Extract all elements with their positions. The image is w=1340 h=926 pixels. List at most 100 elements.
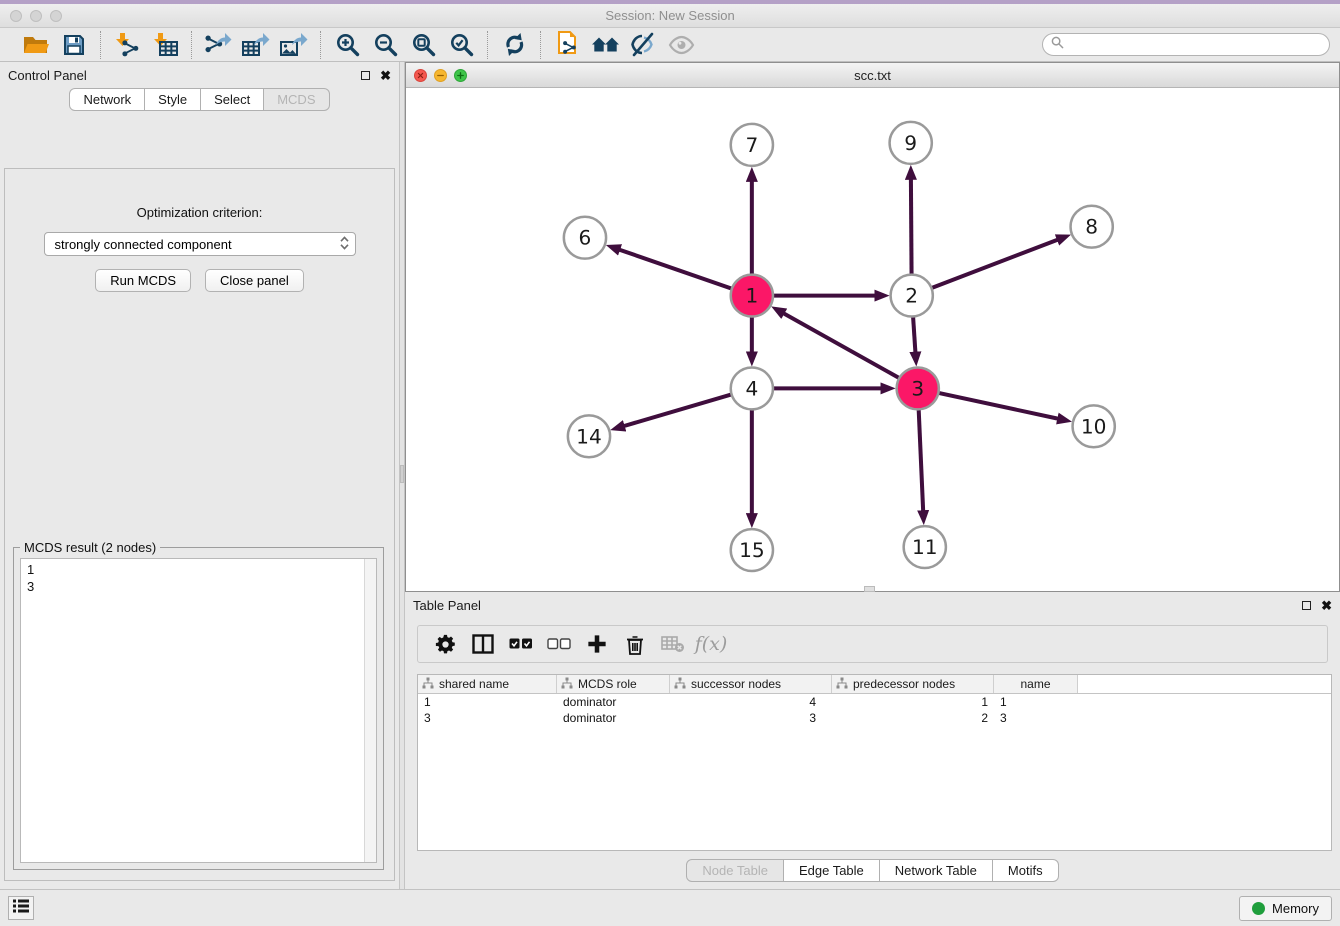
- table-cell[interactable]: 2: [832, 710, 994, 726]
- zoom-in-icon[interactable]: [331, 31, 363, 59]
- app-zoom-button[interactable]: [50, 10, 62, 22]
- delete-column-icon[interactable]: [618, 629, 652, 659]
- table-cell[interactable]: dominator: [557, 710, 670, 726]
- graph-node-15[interactable]: 15: [731, 529, 773, 571]
- tab-network[interactable]: Network: [69, 88, 145, 111]
- table-panel-float-icon[interactable]: [1302, 601, 1311, 610]
- select-all-icon[interactable]: [504, 629, 538, 659]
- table-cell[interactable]: 1: [832, 694, 994, 710]
- graph-node-3[interactable]: 3: [897, 367, 939, 409]
- tab-mcds[interactable]: MCDS: [264, 88, 329, 111]
- graph-edge-3-1[interactable]: [783, 313, 917, 388]
- node-table[interactable]: shared nameMCDS rolesuccessor nodesprede…: [417, 674, 1332, 851]
- import-network-icon[interactable]: [111, 31, 143, 59]
- graph-node-8[interactable]: 8: [1071, 206, 1113, 248]
- table-cell[interactable]: 3: [670, 710, 832, 726]
- delete-table-icon: [656, 629, 690, 659]
- table-cell[interactable]: 3: [994, 710, 1078, 726]
- network-minimize-button[interactable]: [434, 69, 447, 82]
- deselect-all-icon[interactable]: [542, 629, 576, 659]
- tab-select[interactable]: Select: [201, 88, 264, 111]
- table-panel-close-icon[interactable]: ✖: [1321, 599, 1332, 612]
- task-history-button[interactable]: [8, 896, 34, 920]
- memory-button-label: Memory: [1272, 901, 1319, 916]
- column-header-shared-name[interactable]: shared name: [418, 675, 557, 693]
- network-canvas-svg: 7 9 6 8 1 2 4 3 14 10 15 11: [406, 88, 1339, 591]
- import-table-icon[interactable]: [149, 31, 181, 59]
- network-canvas[interactable]: 7 9 6 8 1 2 4 3 14 10 15 11: [406, 88, 1339, 591]
- refresh-layout-icon[interactable]: [498, 31, 530, 59]
- search-icon: [1051, 36, 1064, 54]
- table-cell[interactable]: 1: [994, 694, 1078, 710]
- graph-node-1[interactable]: 1: [731, 275, 773, 317]
- export-image-icon[interactable]: [278, 31, 310, 59]
- app-window-controls[interactable]: [10, 10, 62, 22]
- dropdown-stepper-icon: [340, 236, 349, 253]
- graph-node-14[interactable]: 14: [568, 415, 610, 457]
- memory-button[interactable]: Memory: [1239, 896, 1332, 921]
- tab-node-table[interactable]: Node Table: [686, 859, 784, 882]
- close-panel-button[interactable]: Close panel: [205, 269, 304, 292]
- settings-gear-icon[interactable]: [428, 629, 462, 659]
- search-field[interactable]: [1042, 33, 1330, 56]
- column-header-predecessor-nodes[interactable]: predecessor nodes: [832, 675, 994, 693]
- zoom-fit-icon[interactable]: [407, 31, 439, 59]
- toggle-graphics-details-icon[interactable]: [627, 31, 659, 59]
- graph-node-11[interactable]: 11: [904, 526, 946, 568]
- graph-node-6[interactable]: 6: [564, 217, 606, 259]
- graph-node-9[interactable]: 9: [890, 122, 932, 164]
- mcds-panel: Optimization criterion: strongly connect…: [4, 168, 395, 881]
- mcds-result-list[interactable]: 1 3: [20, 558, 377, 863]
- run-mcds-button[interactable]: Run MCDS: [95, 269, 191, 292]
- svg-text:7: 7: [745, 133, 758, 157]
- network-close-button[interactable]: [414, 69, 427, 82]
- mcds-result-title: MCDS result (2 nodes): [20, 540, 160, 555]
- table-row[interactable]: 1dominator411: [418, 694, 1331, 710]
- svg-text:3: 3: [911, 376, 924, 400]
- tab-style[interactable]: Style: [145, 88, 201, 111]
- graph-edge-2-8[interactable]: [912, 240, 1058, 296]
- network-window-titlebar: scc.txt: [406, 63, 1339, 88]
- tab-network-table[interactable]: Network Table: [880, 859, 993, 882]
- zoom-selected-icon[interactable]: [445, 31, 477, 59]
- app-minimize-button[interactable]: [30, 10, 42, 22]
- graph-node-7[interactable]: 7: [731, 124, 773, 166]
- export-network-icon[interactable]: [202, 31, 234, 59]
- add-column-icon[interactable]: [580, 629, 614, 659]
- export-table-icon[interactable]: [240, 31, 272, 59]
- table-cell[interactable]: 1: [418, 694, 557, 710]
- tab-motifs[interactable]: Motifs: [993, 859, 1059, 882]
- status-bar: Memory: [0, 889, 1340, 926]
- column-header-MCDS-role[interactable]: MCDS role: [557, 675, 670, 693]
- control-panel-float-icon[interactable]: [361, 71, 370, 80]
- column-type-icon: [836, 677, 848, 692]
- app-close-button[interactable]: [10, 10, 22, 22]
- graph-node-2[interactable]: 2: [891, 275, 933, 317]
- search-input[interactable]: [1069, 38, 1321, 52]
- column-header-successor-nodes[interactable]: successor nodes: [670, 675, 832, 693]
- table-cell[interactable]: 3: [418, 710, 557, 726]
- criterion-dropdown[interactable]: strongly connected component: [44, 232, 356, 256]
- svg-text:4: 4: [745, 376, 758, 400]
- zoom-out-icon[interactable]: [369, 31, 401, 59]
- control-panel-close-icon[interactable]: ✖: [380, 69, 391, 82]
- graph-node-4[interactable]: 4: [731, 367, 773, 409]
- column-header-name[interactable]: name: [994, 675, 1078, 693]
- home-view-icon[interactable]: [589, 31, 621, 59]
- panel-splitter-grip[interactable]: [400, 465, 404, 483]
- optimization-criterion-label: Optimization criterion:: [5, 205, 394, 220]
- column-type-icon: [422, 677, 434, 692]
- open-session-icon[interactable]: [20, 31, 52, 59]
- graph-node-10[interactable]: 10: [1073, 405, 1115, 447]
- network-maximize-button[interactable]: [454, 69, 467, 82]
- control-panel-title: Control Panel: [8, 68, 87, 83]
- table-cell[interactable]: 4: [670, 694, 832, 710]
- split-view-icon[interactable]: [466, 629, 500, 659]
- new-network-from-selection-icon[interactable]: [551, 31, 583, 59]
- criterion-dropdown-value: strongly connected component: [55, 237, 340, 252]
- tab-edge-table[interactable]: Edge Table: [784, 859, 880, 882]
- mcds-result-scrollbar[interactable]: [364, 559, 376, 862]
- table-row[interactable]: 3dominator323: [418, 710, 1331, 726]
- save-session-icon[interactable]: [58, 31, 90, 59]
- table-cell[interactable]: dominator: [557, 694, 670, 710]
